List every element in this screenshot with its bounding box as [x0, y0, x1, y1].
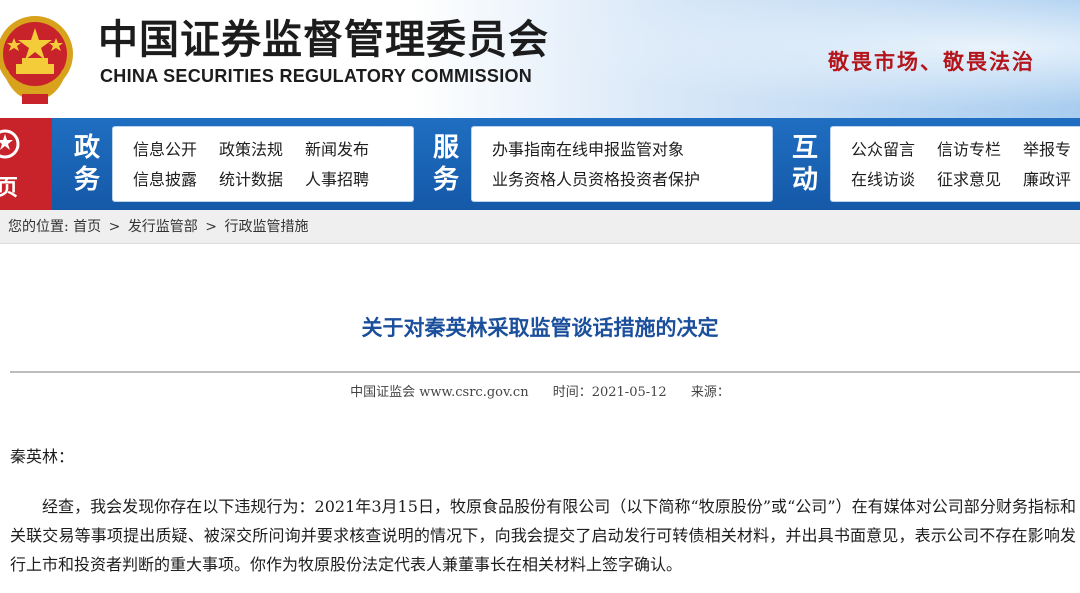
national-emblem-icon: [0, 16, 73, 104]
article-salutation: 秦英林：: [10, 447, 75, 466]
breadcrumb-separator: >: [205, 219, 217, 235]
breadcrumb-dept-link[interactable]: 发行监管部: [128, 219, 198, 235]
nav-link-regulated-entities[interactable]: 监管对象: [620, 139, 684, 161]
nav-section-label-line: 互: [791, 133, 818, 163]
nav-section-label-government: 政 务: [70, 132, 104, 196]
article-paragraph: 经查，我会发现你存在以下违规行为：2021年3月15日，牧原食品股份有限公司（以…: [10, 497, 1076, 574]
nav-link-info-disclosure-public[interactable]: 信息公开: [133, 139, 197, 161]
nav-section-label-line: 动: [791, 165, 818, 195]
emblem-small-icon: [0, 129, 20, 159]
breadcrumb: 您的位置: 首页 > 发行监管部 > 行政监管措施: [0, 210, 1080, 244]
nav-link-solicit-opinions[interactable]: 征求意见: [937, 169, 1001, 191]
article-title: 关于对秦英林采取监管谈话措施的决定: [361, 316, 719, 340]
breadcrumb-separator: >: [108, 219, 121, 235]
main-navigation: 页 政 务 信息公开 政策法规 新闻发布 信息披露 统计数据 人事招聘 服 务 办事指南…: [0, 118, 1080, 210]
nav-link-investor-protection[interactable]: 投资者保护: [620, 169, 700, 191]
article-meta: 中国证监会 www.csrc.gov.cn 时间：2021-05-12 来源：: [0, 381, 1080, 400]
breadcrumb-current-link[interactable]: 行政监管措施: [224, 219, 308, 235]
nav-section-label-line: 务: [432, 165, 459, 195]
site-header: 中国证券监督管理委员会 CHINA SECURITIES REGULATORY …: [0, 0, 1080, 118]
nav-panel-government: 信息公开 政策法规 新闻发布 信息披露 统计数据 人事招聘: [112, 126, 414, 202]
nav-link-statistics[interactable]: 统计数据: [219, 169, 283, 191]
site-title-en: CHINA SECURITIES REGULATORY COMMISSION: [100, 66, 533, 86]
nav-panel-interaction: 公众留言 信访专栏 举报专 在线访谈 征求意见 廉政评: [830, 126, 1080, 202]
nav-link-recruitment[interactable]: 人事招聘: [305, 169, 369, 191]
nav-link-online-interview[interactable]: 在线访谈: [851, 169, 915, 191]
nav-section-label-line: 服: [432, 133, 459, 163]
nav-link-integrity[interactable]: 廉政评: [1023, 169, 1071, 191]
nav-link-online-filing[interactable]: 在线申报: [556, 139, 620, 161]
nav-section-label-line: 务: [73, 165, 100, 195]
nav-section-label-service: 服 务: [429, 132, 463, 196]
nav-section-label-line: 政: [73, 133, 100, 163]
nav-link-policy-regulations[interactable]: 政策法规: [219, 139, 283, 161]
article-origin: 来源：: [690, 385, 730, 400]
title-divider: [10, 371, 1080, 373]
article-source: 中国证监会 www.csrc.gov.cn: [350, 385, 529, 400]
nav-link-news-release[interactable]: 新闻发布: [305, 139, 369, 161]
site-title-cn: 中国证券监督管理委员会: [98, 17, 549, 63]
nav-link-info-disclosure[interactable]: 信息披露: [133, 169, 197, 191]
nav-panel-service: 办事指南在线申报监管对象 业务资格人员资格投资者保护: [471, 126, 773, 202]
nav-link-petition[interactable]: 信访专栏: [937, 139, 1001, 161]
breadcrumb-home-link[interactable]: 首页: [73, 219, 101, 235]
nav-link-personnel-qualification[interactable]: 人员资格: [556, 169, 620, 191]
nav-link-public-message[interactable]: 公众留言: [851, 139, 915, 161]
nav-link-business-qualification[interactable]: 业务资格: [492, 169, 556, 191]
nav-link-report[interactable]: 举报专: [1023, 139, 1071, 161]
home-label: 页: [0, 176, 19, 201]
article-date: 时间：2021-05-12: [552, 385, 667, 400]
home-button[interactable]: 页: [0, 118, 52, 210]
nav-link-guide[interactable]: 办事指南: [492, 139, 556, 161]
site-slogan: 敬畏市场、敬畏法治: [828, 49, 1035, 74]
breadcrumb-prefix: 您的位置:: [8, 219, 69, 235]
nav-section-label-interaction: 互 动: [788, 132, 822, 196]
